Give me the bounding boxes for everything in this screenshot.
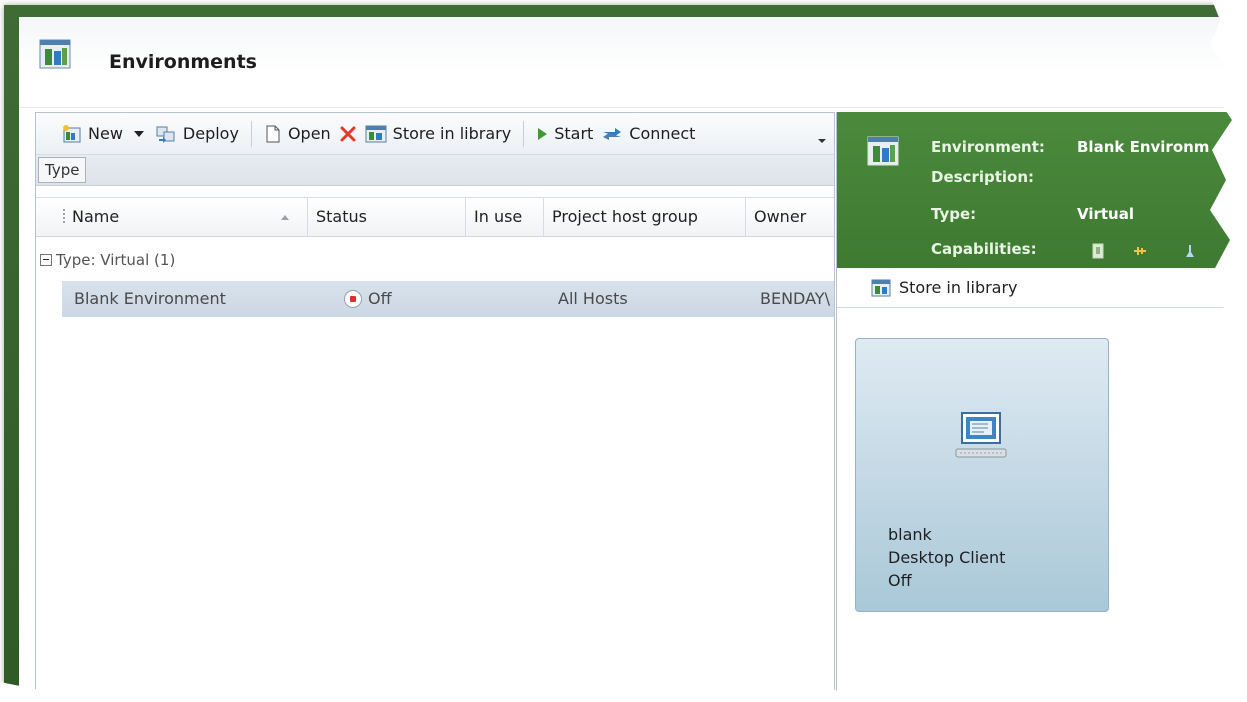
page-title: Environments bbox=[109, 51, 257, 73]
column-status[interactable]: Status bbox=[308, 198, 466, 236]
cell-owner: BENDAY\ bbox=[760, 289, 830, 308]
column-name[interactable]: Name bbox=[64, 198, 308, 236]
new-label: New bbox=[88, 124, 123, 143]
environment-icon bbox=[867, 136, 899, 166]
open-icon bbox=[266, 125, 280, 142]
deploy-label: Deploy bbox=[182, 124, 239, 143]
deploy-icon bbox=[156, 126, 175, 143]
dropdown-arrow-icon[interactable] bbox=[131, 129, 147, 139]
store-library-icon bbox=[365, 125, 387, 142]
toolbar-separator bbox=[250, 120, 252, 147]
open-button[interactable]: Open bbox=[260, 119, 335, 149]
virtual-machine-tile[interactable]: blank Desktop Client Off bbox=[855, 338, 1109, 612]
cell-name: Blank Environment bbox=[74, 289, 226, 308]
title-bar: Environments bbox=[19, 17, 1247, 108]
stopped-icon bbox=[344, 290, 362, 308]
environments-window: Environments New Deploy Open Store in li… bbox=[19, 17, 1247, 702]
column-owner[interactable]: Owner bbox=[746, 198, 834, 236]
vm-name: blank bbox=[888, 525, 932, 544]
group-by-type-chip[interactable]: Type bbox=[38, 157, 87, 183]
vm-state: Off bbox=[888, 571, 912, 590]
details-header: Environment: Blank Environm Description:… bbox=[837, 112, 1247, 268]
type-label: Type: bbox=[931, 205, 977, 223]
cell-host-group: All Hosts bbox=[558, 289, 628, 308]
description-label: Description: bbox=[931, 168, 1035, 186]
store-in-library-link-label: Store in library bbox=[899, 278, 1018, 297]
capability-network-icon bbox=[1134, 247, 1146, 255]
store-in-library-label: Store in library bbox=[392, 124, 512, 143]
environment-value: Blank Environm bbox=[1077, 138, 1210, 156]
vm-role: Desktop Client bbox=[888, 548, 1006, 567]
window-frame: Environments New Deploy Open Store in li… bbox=[4, 5, 1247, 702]
type-value: Virtual bbox=[1077, 205, 1134, 223]
deploy-button[interactable]: Deploy bbox=[151, 119, 243, 149]
capability-agent-icon bbox=[1092, 243, 1104, 259]
delete-icon bbox=[340, 126, 356, 141]
toolbar-separator bbox=[523, 120, 525, 147]
virtual-machine-icon bbox=[955, 412, 1007, 458]
new-icon bbox=[63, 124, 81, 142]
environments-list-panel: New Deploy Open Store in library Start C… bbox=[35, 112, 835, 702]
column-in-use[interactable]: In use bbox=[466, 198, 544, 236]
group-row[interactable]: Type: Virtual (1) bbox=[36, 247, 175, 273]
capabilities-label: Capabilities: bbox=[931, 240, 1037, 258]
toolbar: New Deploy Open Store in library Start C… bbox=[36, 113, 834, 155]
new-button[interactable]: New bbox=[58, 119, 151, 149]
capability-test-icon bbox=[1186, 245, 1194, 257]
sort-ascending-icon bbox=[281, 215, 289, 220]
connect-button[interactable]: Connect bbox=[597, 119, 699, 149]
start-icon bbox=[538, 127, 548, 140]
overflow-icon[interactable] bbox=[818, 139, 826, 143]
connect-label: Connect bbox=[629, 124, 696, 143]
start-button[interactable]: Start bbox=[532, 119, 597, 149]
connect-icon bbox=[603, 127, 622, 140]
store-in-library-button[interactable]: Store in library bbox=[361, 119, 516, 149]
start-label: Start bbox=[554, 124, 594, 143]
delete-button[interactable] bbox=[335, 119, 361, 149]
column-header: Name Status In use Project host group Ow… bbox=[36, 197, 834, 237]
collapse-icon[interactable] bbox=[40, 254, 52, 266]
environment-icon bbox=[39, 39, 71, 69]
environment-label: Environment: bbox=[931, 138, 1045, 156]
column-project-host-group-label: Project host group bbox=[552, 207, 698, 226]
column-in-use-label: In use bbox=[474, 207, 523, 226]
cell-status: Off bbox=[368, 289, 392, 308]
column-owner-label: Owner bbox=[754, 207, 807, 226]
table-row[interactable]: Blank Environment Off All Hosts BENDAY\ bbox=[62, 281, 834, 317]
column-project-host-group[interactable]: Project host group bbox=[544, 198, 746, 236]
store-in-library-link[interactable]: Store in library bbox=[837, 268, 1247, 308]
column-name-label: Name bbox=[72, 207, 120, 226]
store-library-icon bbox=[871, 279, 891, 296]
open-label: Open bbox=[287, 124, 331, 143]
details-panel: Environment: Blank Environm Description:… bbox=[836, 112, 1247, 702]
group-by-bar: Type bbox=[36, 155, 834, 186]
column-status-label: Status bbox=[316, 207, 367, 226]
group-label: Type: Virtual (1) bbox=[56, 251, 176, 269]
